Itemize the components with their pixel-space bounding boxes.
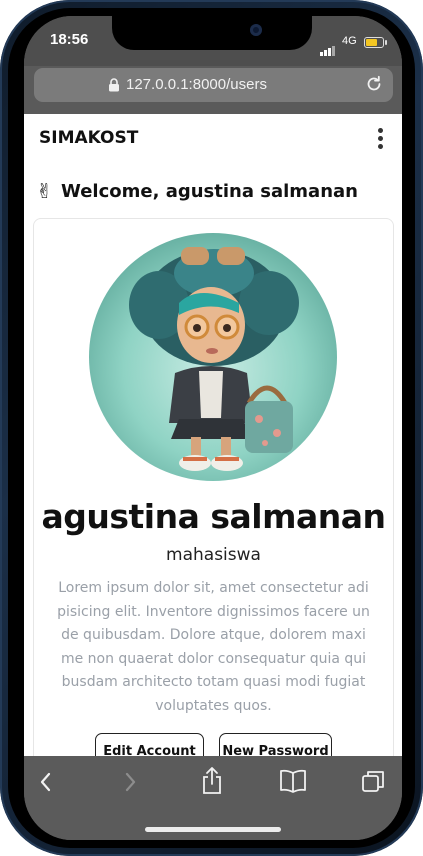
victory-hand-icon: ✌ xyxy=(36,179,53,203)
profile-card: agustina salmanan mahasiswa Lorem ipsum … xyxy=(33,218,394,774)
browser-address-area: 127.0.0.1:8000/users xyxy=(24,66,402,114)
front-camera xyxy=(250,24,262,36)
url-text: 127.0.0.1:8000/users xyxy=(126,76,267,93)
bookmarks-icon[interactable] xyxy=(278,768,308,794)
address-bar[interactable]: 127.0.0.1:8000/users xyxy=(34,68,393,102)
forward-icon[interactable] xyxy=(122,770,138,794)
lock-icon xyxy=(109,78,119,92)
more-menu-icon[interactable] xyxy=(378,128,384,152)
navbar: SIMAKOST xyxy=(24,114,402,164)
home-indicator[interactable] xyxy=(145,827,281,832)
profile-bio: Lorem ipsum dolor sit, amet consectetur … xyxy=(57,580,370,714)
status-time: 18:56 xyxy=(50,31,89,48)
avatar xyxy=(89,233,337,481)
notch xyxy=(112,16,312,50)
battery-icon xyxy=(364,37,387,48)
network-type: 4G xyxy=(342,35,357,47)
tabs-icon[interactable] xyxy=(360,768,386,794)
reload-icon[interactable] xyxy=(365,75,383,93)
welcome-text: Welcome, agustina salmanan xyxy=(61,181,358,202)
signal-icon xyxy=(320,37,336,56)
status-bar: 18:56 4G xyxy=(24,16,402,66)
profile-name: agustina salmanan xyxy=(41,497,387,536)
brand-logo-text[interactable]: SIMAKOST xyxy=(39,128,138,148)
share-icon[interactable] xyxy=(200,766,224,796)
web-page: SIMAKOST ✌ Welcome, agustina salmanan ag… xyxy=(24,114,402,774)
back-icon[interactable] xyxy=(38,770,54,794)
phone-screen: 18:56 4G 127.0.0.1:8000/users SIMAKOST ✌… xyxy=(24,16,402,840)
profile-role: mahasiswa xyxy=(166,545,261,565)
avatar-illustration xyxy=(89,233,337,481)
